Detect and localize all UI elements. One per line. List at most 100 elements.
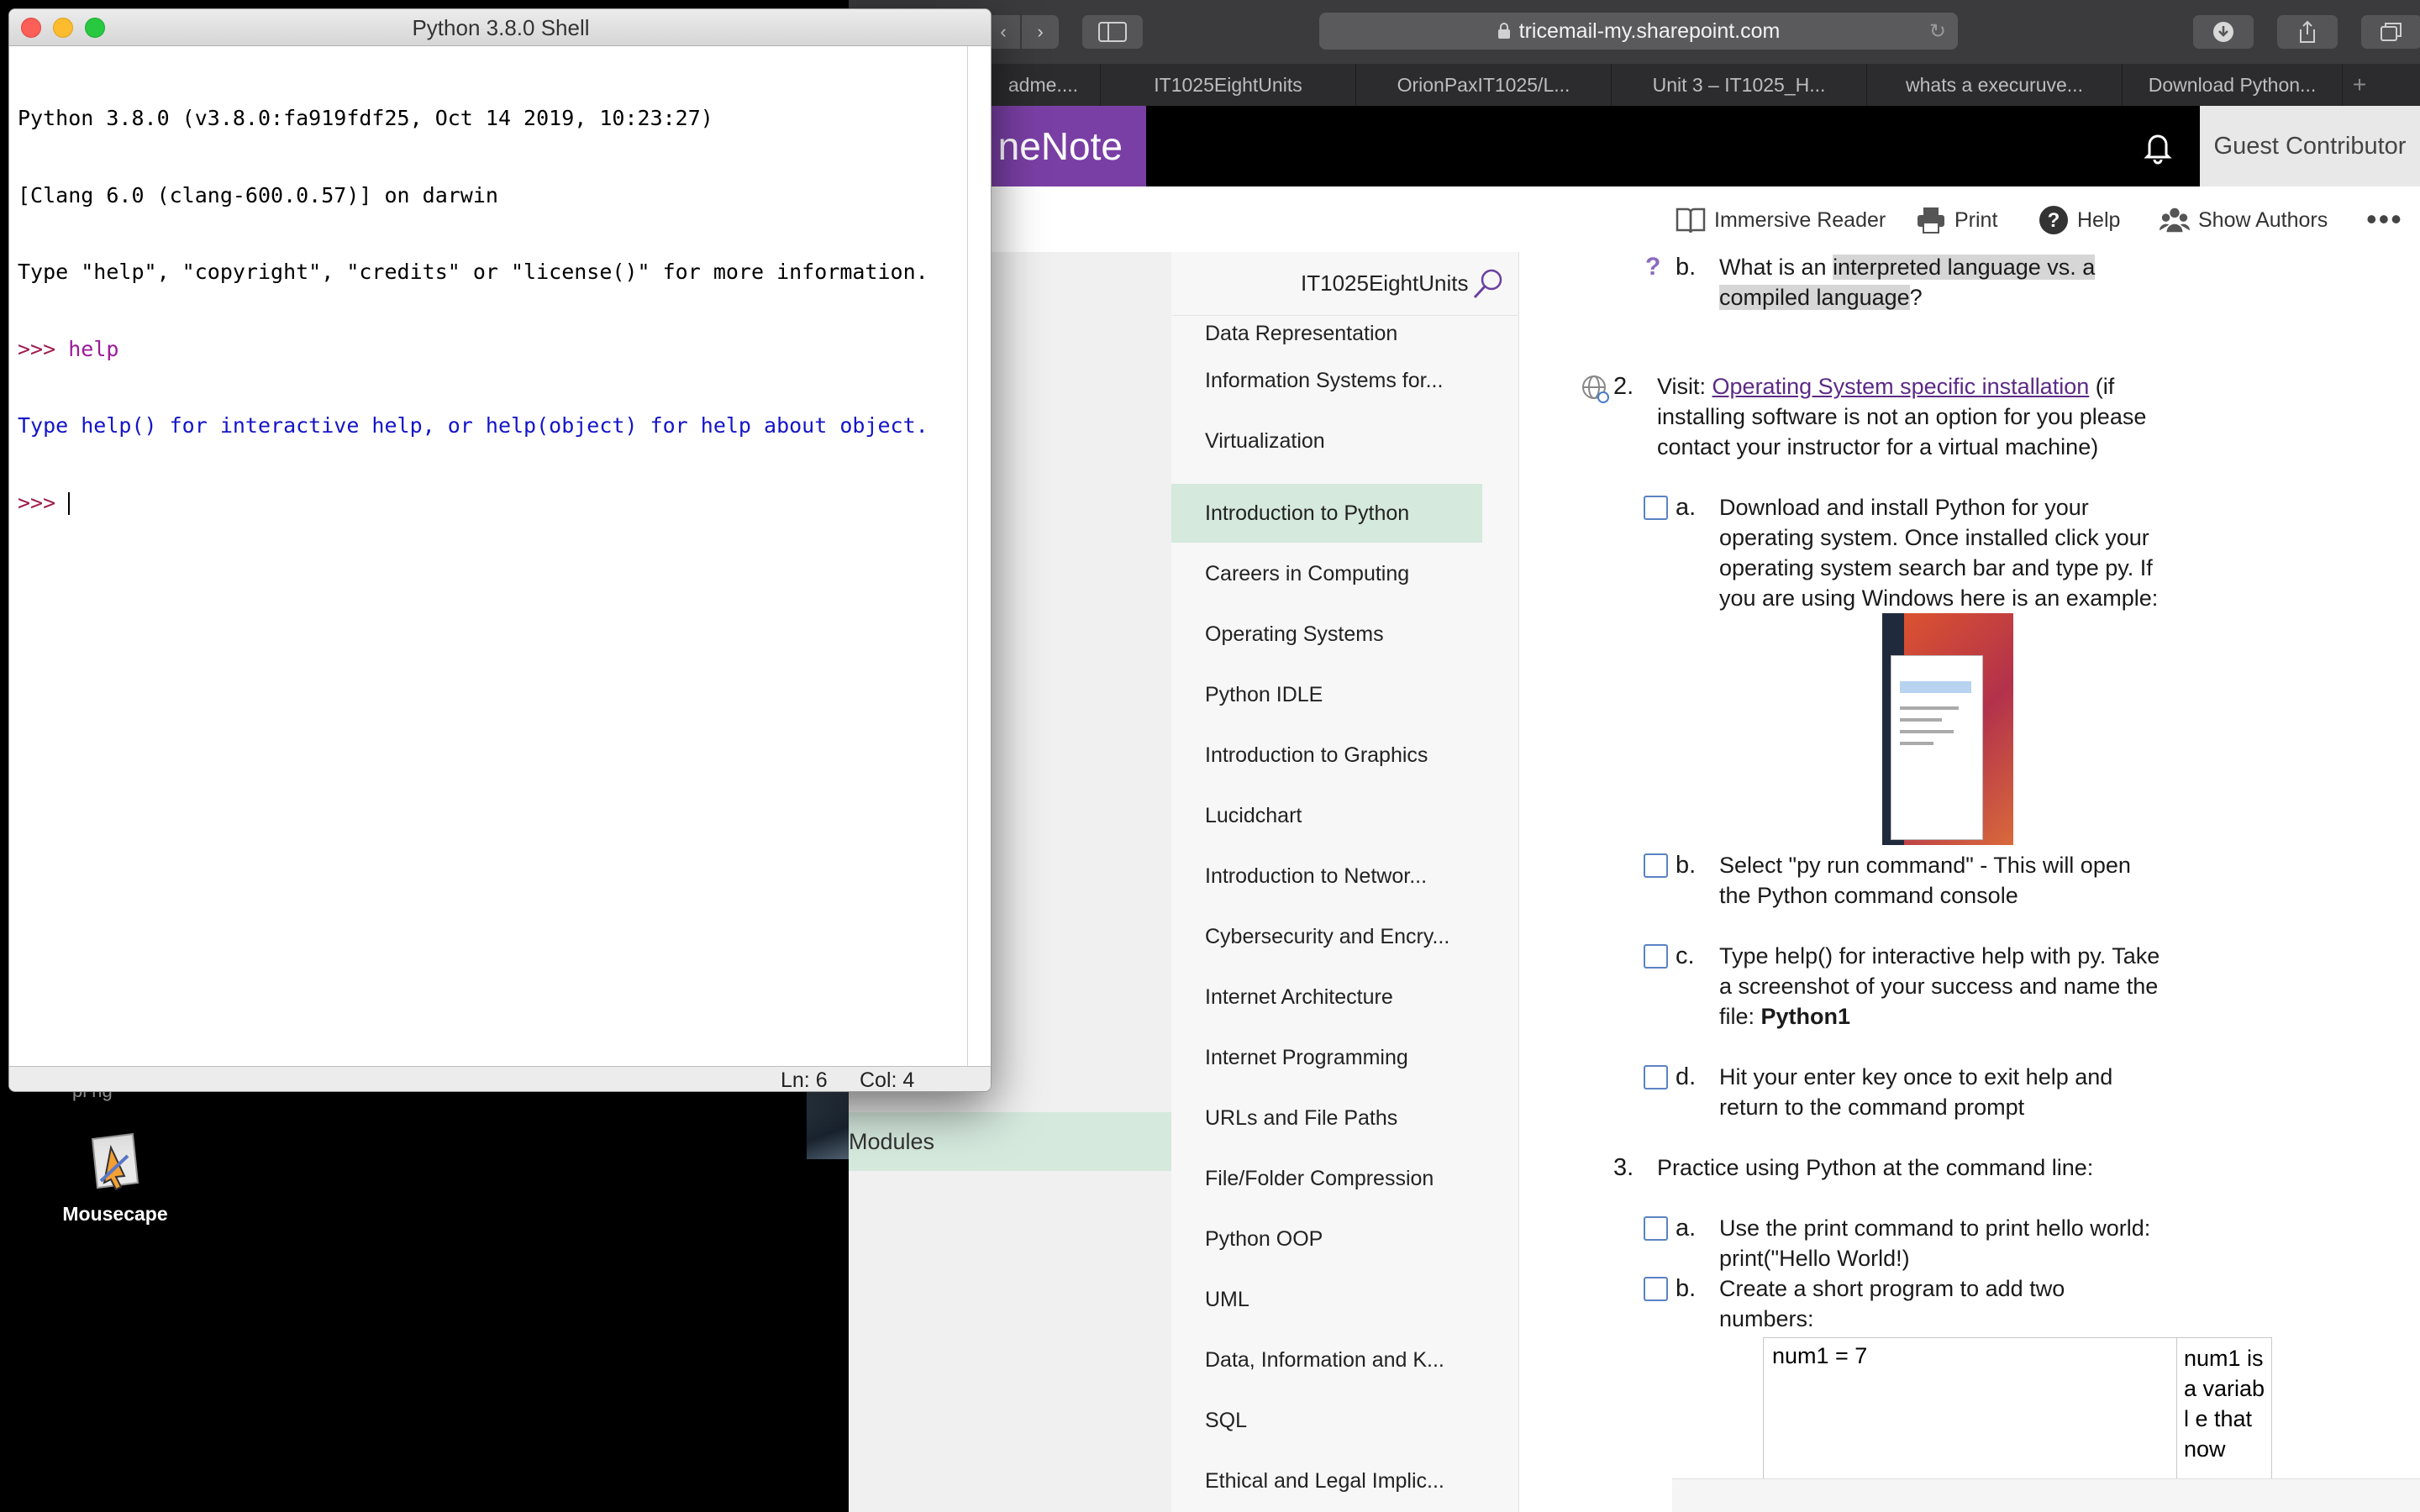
- user-account-label[interactable]: Guest Contributor: [2200, 106, 2420, 186]
- banner-line: Type "help", "copyright", "credits" or "…: [18, 260, 929, 284]
- lock-icon: [1497, 23, 1510, 39]
- section-item[interactable]: Cybersecurity and Encry...: [1171, 907, 1482, 966]
- command-ribbon: Immersive Reader Print ? Help Show Autho…: [849, 186, 2420, 252]
- question-text: Visit: Operating System specific install…: [1657, 374, 2147, 459]
- address-text: tricemail-my.sharepoint.com: [1518, 18, 1781, 43]
- search-icon[interactable]: [1471, 267, 1505, 301]
- section-item[interactable]: Lucidchart: [1171, 786, 1482, 845]
- tab-overview-button[interactable]: [2361, 15, 2420, 49]
- section-item[interactable]: Virtualization: [1171, 412, 1482, 470]
- section-group-modules[interactable]: Modules: [849, 1112, 1171, 1171]
- todo-checkbox[interactable]: [1644, 944, 1668, 969]
- desktop-icon-label: Mousecape: [62, 1203, 168, 1225]
- immersive-reader-button[interactable]: Immersive Reader: [1676, 205, 1886, 235]
- section-item[interactable]: Internet Programming: [1171, 1028, 1482, 1087]
- zoom-window-button[interactable]: [85, 18, 105, 38]
- desktop-icon-mousecape[interactable]: Mousecape: [55, 1131, 175, 1226]
- shell-text-area[interactable]: Python 3.8.0 (v3.8.0:fa919fdf25, Oct 14 …: [9, 46, 967, 1066]
- item-letter: a.: [1676, 494, 1697, 521]
- section-item[interactable]: Operating Systems: [1171, 605, 1482, 664]
- downloads-button[interactable]: [2193, 15, 2254, 49]
- banner-line: Python 3.8.0 (v3.8.0:fa919fdf25, Oct 14 …: [18, 106, 713, 130]
- section-item[interactable]: Python IDLE: [1171, 665, 1482, 724]
- tab-bar: adme.... IT1025EightUnits OrionPaxIT1025…: [849, 64, 2420, 106]
- section-item[interactable]: Data Representation: [1171, 316, 1482, 351]
- chevron-right-icon: ›: [1037, 21, 1044, 42]
- share-button[interactable]: [2277, 15, 2338, 49]
- desktop-thumbnail: [807, 1092, 849, 1159]
- section-item[interactable]: URLs and File Paths: [1171, 1089, 1482, 1147]
- help-icon: ?: [2039, 205, 2069, 235]
- question-number: 2.: [1613, 373, 1634, 400]
- shell-prompt: >>>: [18, 490, 69, 515]
- section-item-selected[interactable]: Introduction to Python: [1171, 484, 1482, 543]
- user-input: help: [68, 336, 119, 361]
- item-letter: c.: [1676, 942, 1695, 969]
- print-button[interactable]: Print: [1916, 205, 1997, 235]
- notifications-bell-icon[interactable]: [2138, 126, 2178, 166]
- section-item[interactable]: Careers in Computing: [1171, 544, 1482, 603]
- todo-checkbox[interactable]: [1644, 1277, 1668, 1301]
- help-label: Help: [2077, 207, 2121, 232]
- installation-link[interactable]: Operating System specific installation: [1712, 374, 2090, 399]
- download-icon: [2213, 22, 2233, 42]
- todo-checkbox[interactable]: [1644, 1216, 1668, 1241]
- sidebar-icon: [1098, 22, 1127, 42]
- back-button[interactable]: ‹: [986, 15, 1020, 49]
- more-options-button[interactable]: •••: [2366, 202, 2403, 237]
- tab-overview-icon: [2381, 23, 2402, 41]
- new-tab-button[interactable]: +: [2343, 64, 2376, 106]
- banner-line: [Clang 6.0 (clang-600.0.57)] on darwin: [18, 182, 498, 207]
- section-item[interactable]: Information Systems for...: [1171, 351, 1482, 410]
- sidebar-toggle-button[interactable]: [1082, 15, 1143, 49]
- item-text: Type help() for interactive help with py…: [1719, 943, 2160, 1029]
- people-icon: [2160, 205, 2190, 235]
- page-content: ? b. What is an interpreted language vs.…: [1519, 252, 2420, 1512]
- section-item[interactable]: Introduction to Graphics: [1171, 726, 1482, 785]
- section-item[interactable]: File/Folder Compression: [1171, 1149, 1482, 1208]
- show-authors-button[interactable]: Show Authors: [2160, 205, 2328, 235]
- book-icon: [1676, 205, 1706, 235]
- question-text: Practice using Python at the command lin…: [1657, 1155, 2094, 1180]
- horizontal-scrollbar[interactable]: [1672, 1478, 2420, 1512]
- browser-tab[interactable]: Unit 3 – IT1025_H...: [1612, 64, 1867, 106]
- browser-tab[interactable]: Download Python...: [2123, 64, 2343, 106]
- show-authors-label: Show Authors: [2198, 207, 2328, 232]
- share-icon: [2300, 20, 2315, 43]
- print-label: Print: [1954, 207, 1998, 232]
- shell-current-line: >>>: [18, 491, 967, 517]
- todo-checkbox[interactable]: [1644, 853, 1668, 878]
- shell-scrollbar[interactable]: [967, 46, 991, 1066]
- section-item[interactable]: Internet Architecture: [1171, 968, 1482, 1026]
- window-title: Python 3.8.0 Shell: [412, 15, 590, 40]
- todo-checkbox[interactable]: [1644, 496, 1668, 520]
- section-item[interactable]: SQL: [1171, 1391, 1482, 1450]
- item-letter: a.: [1676, 1215, 1697, 1242]
- section-item[interactable]: UML: [1171, 1270, 1482, 1329]
- printer-icon: [1916, 205, 1946, 235]
- python-shell-window: Python 3.8.0 Shell Python 3.8.0 (v3.8.0:…: [8, 8, 992, 1092]
- address-bar[interactable]: tricemail-my.sharepoint.com ↻: [1319, 13, 1958, 50]
- section-item[interactable]: Ethical and Legal Implic...: [1171, 1452, 1482, 1510]
- window-title-bar[interactable]: Python 3.8.0 Shell: [9, 9, 991, 46]
- browser-tab[interactable]: OrionPaxIT1025/L...: [1356, 64, 1612, 106]
- status-bar: Ln: 6 Col: 4: [9, 1066, 991, 1092]
- notebook-title: IT1025EightUnits: [1171, 252, 1519, 316]
- line-number: Ln: 6: [781, 1068, 828, 1092]
- item-letter: d.: [1676, 1063, 1697, 1090]
- todo-checkbox[interactable]: [1644, 1065, 1668, 1089]
- section-item[interactable]: Introduction to Networ...: [1171, 847, 1482, 906]
- immersive-reader-label: Immersive Reader: [1714, 207, 1886, 232]
- item-letter: b.: [1676, 852, 1697, 879]
- help-button[interactable]: ? Help: [2039, 205, 2120, 235]
- section-item[interactable]: Data, Information and K...: [1171, 1331, 1482, 1389]
- item-text: Use the print command to print hello wor…: [1719, 1215, 2151, 1271]
- forward-button[interactable]: ›: [1022, 15, 1059, 49]
- minimize-window-button[interactable]: [53, 18, 73, 38]
- browser-tab[interactable]: whats a execuruve...: [1867, 64, 2123, 106]
- browser-tab[interactable]: IT1025EightUnits: [1101, 64, 1356, 106]
- item-text: Hit your enter key once to exit help and…: [1719, 1064, 2113, 1120]
- section-item[interactable]: Python OOP: [1171, 1210, 1482, 1268]
- close-window-button[interactable]: [21, 18, 41, 38]
- reload-icon[interactable]: ↻: [1929, 19, 1946, 44]
